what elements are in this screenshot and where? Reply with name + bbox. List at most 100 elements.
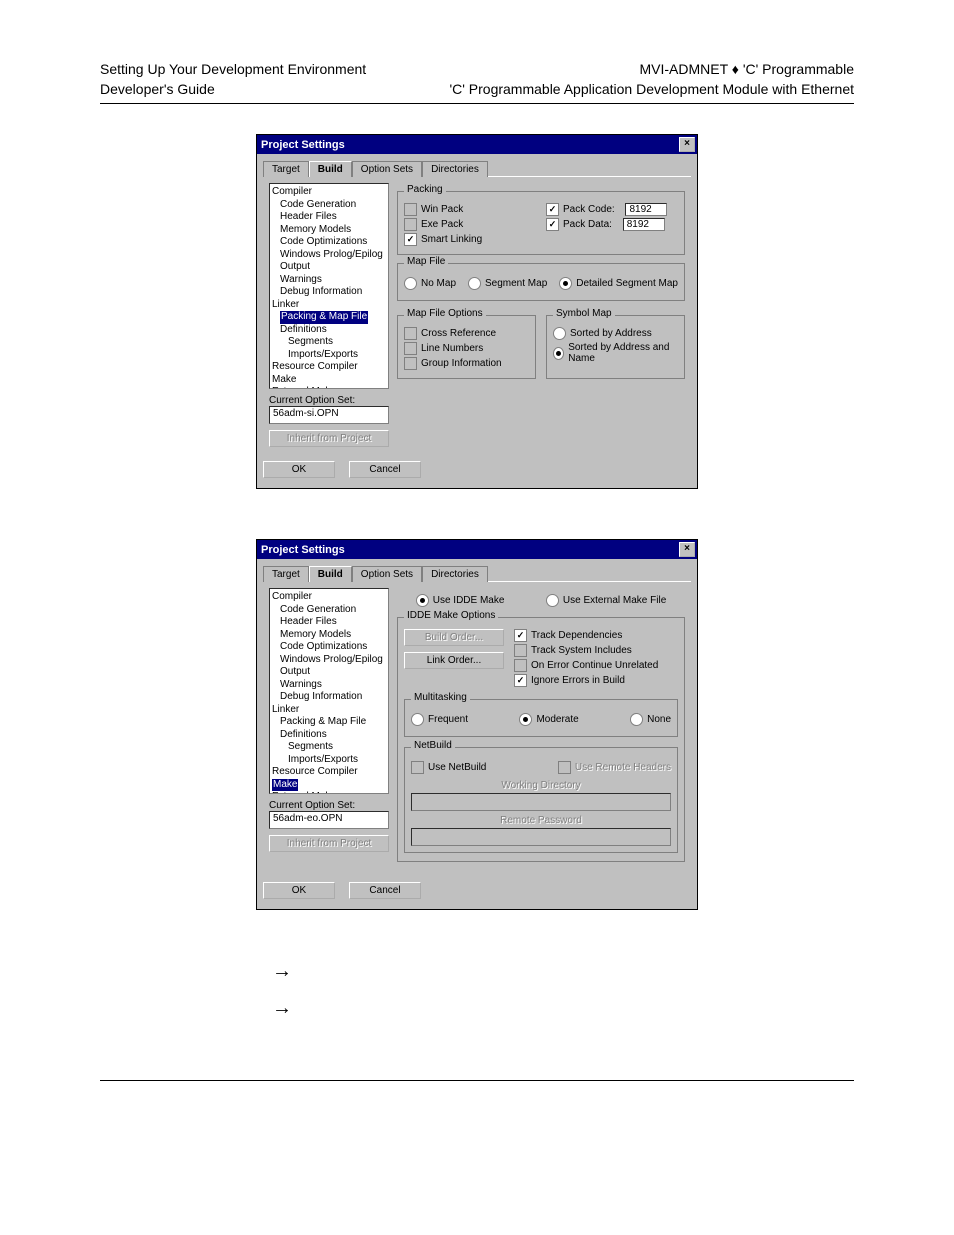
tree-item[interactable]: Compiler: [272, 591, 386, 604]
current-option-set-field[interactable]: 56adm-eo.OPN: [269, 811, 389, 829]
netbuild-title: NetBuild: [411, 740, 455, 751]
tree-item[interactable]: Definitions: [272, 324, 386, 337]
build-order-button: Build Order...: [404, 629, 504, 646]
tree-item[interactable]: Header Files: [272, 616, 386, 629]
on-error-continue-checkbox[interactable]: [514, 659, 527, 672]
tree-item[interactable]: Debug Information: [272, 286, 386, 299]
settings-tree[interactable]: Compiler Code Generation Header Files Me…: [269, 588, 389, 794]
none-radio[interactable]: [630, 713, 643, 726]
idde-make-options-title: IDDE Make Options: [404, 610, 498, 621]
ignore-errors-label: Ignore Errors in Build: [531, 675, 625, 686]
use-idde-make-radio[interactable]: [416, 594, 429, 607]
moderate-radio[interactable]: [519, 713, 532, 726]
header-rule: [100, 103, 854, 104]
tree-item[interactable]: Segments: [272, 336, 386, 349]
close-icon[interactable]: ×: [679, 137, 695, 152]
tree-item[interactable]: Windows Prolog/Epilog: [272, 654, 386, 667]
cross-reference-checkbox[interactable]: [404, 327, 417, 340]
cancel-button[interactable]: Cancel: [349, 882, 421, 899]
sorted-by-address-radio[interactable]: [553, 327, 566, 340]
tab-option-sets[interactable]: Option Sets: [352, 161, 422, 177]
tree-item[interactable]: Warnings: [272, 274, 386, 287]
current-option-set-label: Current Option Set:: [269, 800, 389, 811]
tab-target[interactable]: Target: [263, 566, 309, 582]
pack-code-value[interactable]: 8192: [625, 203, 667, 216]
tab-target[interactable]: Target: [263, 161, 309, 177]
tab-build[interactable]: Build: [309, 161, 352, 177]
settings-tree[interactable]: Compiler Code Generation Header Files Me…: [269, 183, 389, 389]
tree-item[interactable]: Resource Compiler: [272, 361, 386, 374]
tree-item[interactable]: Compiler: [272, 186, 386, 199]
tree-item[interactable]: Definitions: [272, 729, 386, 742]
ok-button[interactable]: OK: [263, 882, 335, 899]
inherit-from-project-button: Inherit from Project: [269, 835, 389, 852]
tree-item-selected[interactable]: Packing & Map File: [280, 311, 368, 324]
tree-item[interactable]: Linker: [272, 704, 386, 717]
tree-item[interactable]: External Make: [272, 791, 386, 794]
tab-directories[interactable]: Directories: [422, 161, 488, 177]
sorted-by-address-and-name-radio[interactable]: [553, 347, 564, 360]
ignore-errors-checkbox[interactable]: [514, 674, 527, 687]
close-icon[interactable]: ×: [679, 542, 695, 557]
tree-item[interactable]: External Make: [272, 386, 386, 389]
tree-item[interactable]: Segments: [272, 741, 386, 754]
tab-directories[interactable]: Directories: [422, 566, 488, 582]
cross-reference-label: Cross Reference: [421, 328, 496, 339]
tree-item[interactable]: Resource Compiler: [272, 766, 386, 779]
header-left-line2: Developer's Guide: [100, 80, 366, 100]
ok-button[interactable]: OK: [263, 461, 335, 478]
tree-item[interactable]: Output: [272, 261, 386, 274]
track-system-includes-checkbox[interactable]: [514, 644, 527, 657]
line-numbers-checkbox[interactable]: [404, 342, 417, 355]
link-order-button[interactable]: Link Order...: [404, 652, 504, 669]
inherit-from-project-button: Inherit from Project: [269, 430, 389, 447]
use-netbuild-checkbox[interactable]: [411, 761, 424, 774]
tree-item[interactable]: Warnings: [272, 679, 386, 692]
pack-data-checkbox[interactable]: [546, 218, 559, 231]
tree-item[interactable]: Memory Models: [272, 629, 386, 642]
group-information-label: Group Information: [421, 358, 502, 369]
header-diamond: ♦: [732, 61, 739, 77]
tree-item[interactable]: Linker: [272, 299, 386, 312]
smart-linking-label: Smart Linking: [421, 234, 482, 245]
current-option-set-field[interactable]: 56adm-si.OPN: [269, 406, 389, 424]
no-map-radio[interactable]: [404, 277, 417, 290]
line-numbers-label: Line Numbers: [421, 343, 483, 354]
pack-data-value[interactable]: 8192: [623, 218, 665, 231]
track-dependencies-checkbox[interactable]: [514, 629, 527, 642]
working-directory-label: Working Directory: [501, 780, 580, 791]
use-external-make-radio[interactable]: [546, 594, 559, 607]
tab-build[interactable]: Build: [309, 566, 352, 582]
win-pack-label: Win Pack: [421, 204, 463, 215]
smart-linking-checkbox[interactable]: [404, 233, 417, 246]
tree-item[interactable]: Windows Prolog/Epilog: [272, 249, 386, 262]
tree-item[interactable]: Debug Information: [272, 691, 386, 704]
tree-item[interactable]: Header Files: [272, 211, 386, 224]
pack-code-checkbox[interactable]: [546, 203, 559, 216]
tree-item-selected[interactable]: Make: [272, 779, 298, 792]
detailed-segment-map-radio[interactable]: [559, 277, 572, 290]
use-external-make-label: Use External Make File: [563, 595, 666, 606]
multitasking-title: Multitasking: [411, 692, 470, 703]
group-information-checkbox[interactable]: [404, 357, 417, 370]
remote-password-label: Remote Password: [500, 815, 582, 826]
segment-map-radio[interactable]: [468, 277, 481, 290]
tree-item[interactable]: Packing & Map File: [272, 716, 386, 729]
tree-item[interactable]: Code Generation: [272, 604, 386, 617]
tree-item[interactable]: Code Optimizations: [272, 236, 386, 249]
tree-item[interactable]: Code Optimizations: [272, 641, 386, 654]
exe-pack-checkbox[interactable]: [404, 218, 417, 231]
tree-item[interactable]: Code Generation: [272, 199, 386, 212]
tree-item[interactable]: Memory Models: [272, 224, 386, 237]
tree-item[interactable]: Imports/Exports: [272, 349, 386, 362]
dialog2-title: Project Settings: [261, 544, 345, 556]
no-map-label: No Map: [421, 278, 456, 289]
tree-item[interactable]: Make: [272, 374, 386, 387]
tab-option-sets[interactable]: Option Sets: [352, 566, 422, 582]
tree-item[interactable]: Output: [272, 666, 386, 679]
win-pack-checkbox[interactable]: [404, 203, 417, 216]
cancel-button[interactable]: Cancel: [349, 461, 421, 478]
tree-item[interactable]: Imports/Exports: [272, 754, 386, 767]
packing-title: Packing: [404, 184, 446, 195]
frequent-radio[interactable]: [411, 713, 424, 726]
